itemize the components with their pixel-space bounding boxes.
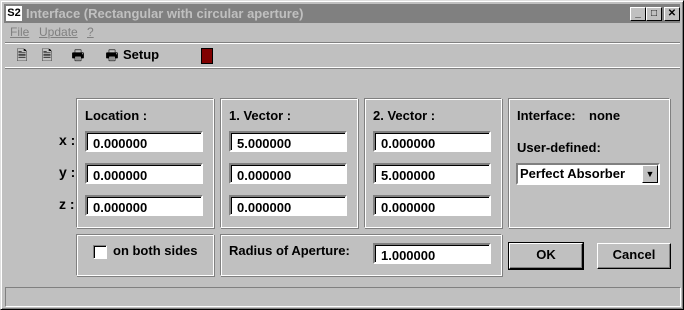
- ok-button[interactable]: OK: [508, 242, 584, 270]
- vector2-header: 2. Vector :: [373, 108, 436, 123]
- both-sides-label: on both sides: [113, 243, 198, 258]
- axis-label-x: x :: [59, 132, 76, 148]
- setup-button[interactable]: Setup: [123, 46, 159, 64]
- exit-door-icon[interactable]: [198, 47, 216, 65]
- vector1-y-input[interactable]: 0.000000: [229, 163, 347, 184]
- app-icon: S2: [6, 6, 22, 21]
- print-icon[interactable]: 🖶: [69, 47, 87, 63]
- status-bar: [5, 287, 681, 307]
- user-defined-label: User-defined:: [517, 140, 601, 155]
- window-title: Interface (Rectangular with circular ape…: [26, 6, 304, 21]
- toolbar: 🗎 🗎 🖶 🖶 Setup: [5, 42, 680, 68]
- close-icon[interactable]: ✕: [664, 7, 680, 21]
- menu-bar: File Update ?: [5, 24, 681, 41]
- vector2-z-input[interactable]: 0.000000: [373, 195, 491, 216]
- maximize-icon[interactable]: □: [646, 7, 662, 21]
- menu-file[interactable]: File: [10, 25, 29, 39]
- title-bar[interactable]: S2 Interface (Rectangular with circular …: [4, 4, 680, 23]
- interface-value: none: [589, 108, 621, 123]
- aperture-radius-input[interactable]: 1.000000: [373, 243, 491, 264]
- axis-label-z: z :: [59, 196, 75, 212]
- location-x-input[interactable]: 0.000000: [85, 131, 203, 152]
- vector1-header: 1. Vector :: [229, 108, 292, 123]
- cancel-button[interactable]: Cancel: [597, 243, 671, 269]
- new-document-icon[interactable]: 🗎: [13, 47, 31, 63]
- both-sides-checkbox[interactable]: [93, 245, 107, 259]
- dialog-window: S2 Interface (Rectangular with circular …: [0, 0, 684, 310]
- vector2-y-input[interactable]: 5.000000: [373, 163, 491, 184]
- user-defined-selected: Perfect Absorber: [520, 166, 625, 181]
- axis-label-y: y :: [59, 164, 76, 180]
- vector1-x-input[interactable]: 5.000000: [229, 131, 347, 152]
- location-header: Location :: [85, 108, 148, 123]
- menu-update[interactable]: Update: [39, 25, 78, 39]
- location-y-input[interactable]: 0.000000: [85, 163, 203, 184]
- aperture-label: Radius of Aperture:: [229, 243, 350, 258]
- interface-label: Interface:: [517, 108, 576, 123]
- print-setup-icon[interactable]: 🖶: [103, 47, 121, 63]
- menu-help[interactable]: ?: [87, 25, 94, 39]
- location-z-input[interactable]: 0.000000: [85, 195, 203, 216]
- minimize-icon[interactable]: _: [630, 7, 646, 21]
- user-defined-select[interactable]: Perfect Absorber ▼: [516, 163, 660, 185]
- vector2-x-input[interactable]: 0.000000: [373, 131, 491, 152]
- save-document-icon[interactable]: 🗎: [38, 47, 56, 63]
- vector1-z-input[interactable]: 0.000000: [229, 195, 347, 216]
- chevron-down-icon[interactable]: ▼: [642, 165, 658, 183]
